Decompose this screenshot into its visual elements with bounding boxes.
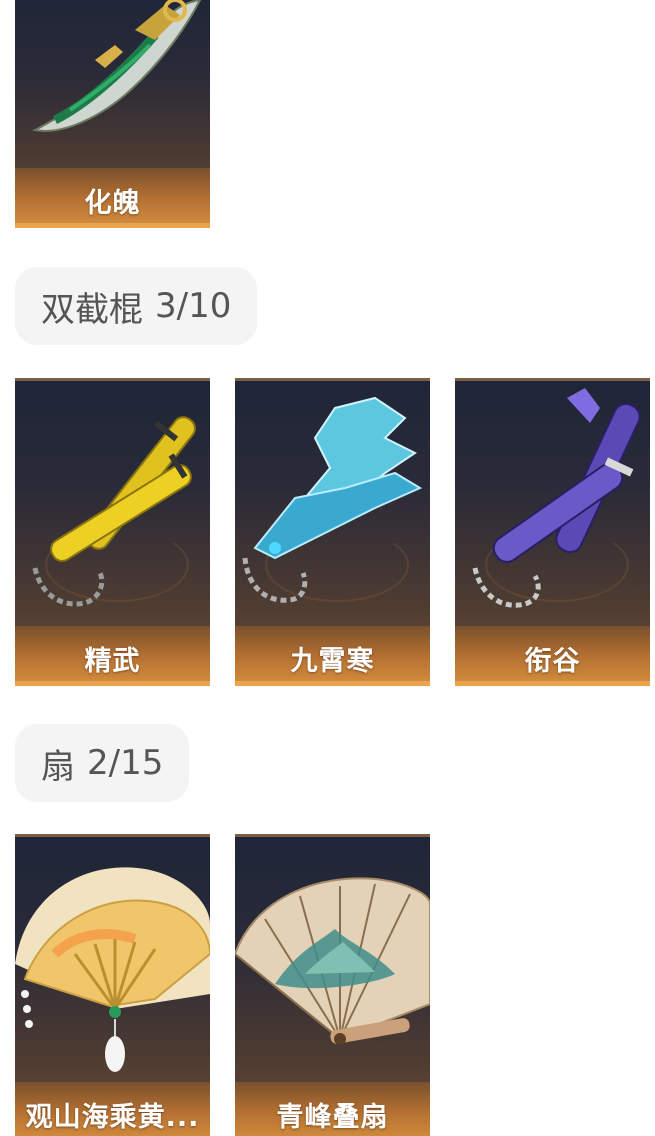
section-count: 3/10 xyxy=(155,286,232,326)
skin-card-huapo[interactable]: 化魄 xyxy=(15,0,210,228)
section-header-nunchaku: 双截棍 3/10 xyxy=(15,267,258,345)
section-header-fan: 扇 2/15 xyxy=(15,724,190,802)
skin-card-jiuxiaohan[interactable]: 九霄寒 xyxy=(235,378,430,686)
skin-collection-page: 化魄 双截棍 3/10 精武 九霄寒 衔谷 扇 2/15 观山海乘黄... 青峰… xyxy=(0,0,655,1136)
skin-card-xiangu[interactable]: 衔谷 xyxy=(455,378,650,686)
purple-nunchaku-icon xyxy=(472,388,641,608)
skin-card-guanshanhai[interactable]: 观山海乘黄... xyxy=(15,834,210,1136)
skin-name: 衔谷 xyxy=(524,646,581,677)
section-title: 扇 xyxy=(41,746,75,787)
skin-card-jingwu[interactable]: 精武 xyxy=(15,378,210,686)
landscape-folding-fan-icon xyxy=(235,877,430,1045)
skin-name: 精武 xyxy=(84,646,141,677)
skin-name: 青峰叠扇 xyxy=(276,1102,389,1133)
section-count: 2/15 xyxy=(87,743,164,783)
skin-name: 化魄 xyxy=(84,188,141,219)
ice-crystal-nunchaku-icon xyxy=(242,396,423,603)
skin-name: 观山海乘黄... xyxy=(25,1102,200,1133)
golden-painted-fan-icon xyxy=(15,867,210,1072)
skin-card-qingfengdieshan[interactable]: 青峰叠扇 xyxy=(235,834,430,1136)
skin-name: 九霄寒 xyxy=(290,646,375,677)
yellow-nunchaku-icon xyxy=(32,416,196,607)
section-title: 双截棍 xyxy=(41,289,143,330)
green-gold-blade-icon xyxy=(31,0,202,132)
